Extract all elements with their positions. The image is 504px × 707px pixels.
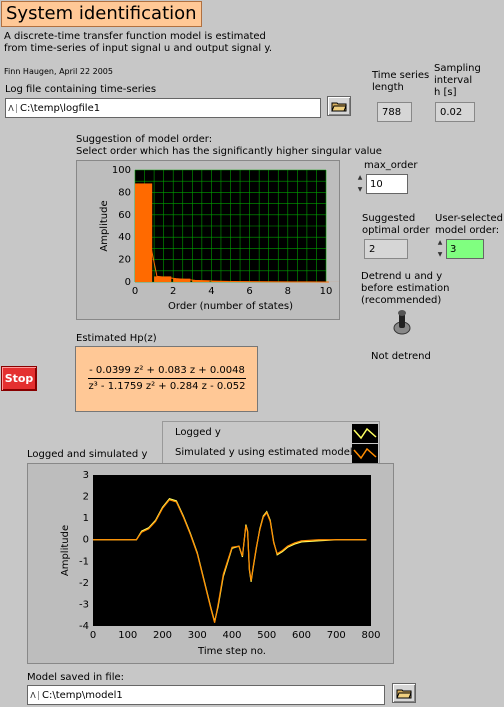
folder-icon bbox=[396, 689, 412, 699]
sim-xtick-label: 0 bbox=[90, 630, 96, 641]
stop-button[interactable]: Stop bbox=[1, 366, 37, 391]
user-order-label-2: model order: bbox=[435, 225, 500, 236]
sim-ytick-label: 2 bbox=[83, 492, 89, 503]
path-prefix-icon: ⴷ bbox=[6, 103, 17, 113]
user-order-input[interactable]: 3 bbox=[446, 239, 484, 259]
detrend-label-2: before estimation bbox=[361, 283, 450, 294]
order-ytick-label: 0 bbox=[125, 277, 131, 288]
sim-ytick-label: -3 bbox=[79, 599, 89, 610]
sim-yaxis-label: Amplitude bbox=[60, 525, 71, 576]
description-line-2: from time-series of input signal u and o… bbox=[4, 43, 273, 54]
model-file-path-input[interactable]: ⴷ C:\temp\model1 bbox=[27, 685, 385, 705]
max-order-input[interactable]: 10 bbox=[366, 174, 408, 194]
spin-up-icon[interactable]: ▲ bbox=[438, 239, 443, 247]
order-xtick-label: 8 bbox=[285, 286, 291, 297]
sim-xtick-label: 800 bbox=[361, 630, 380, 641]
order-xtick-label: 10 bbox=[320, 286, 333, 297]
hp-label: Estimated Hp(z) bbox=[76, 333, 157, 344]
max-order-label: max_order bbox=[364, 160, 418, 171]
sim-xtick-label: 500 bbox=[257, 630, 276, 641]
order-chart: 0 20 40 60 80 100 0 2 4 6 8 10 Order (number of stat… bbox=[99, 165, 344, 312]
order-ytick-label: 40 bbox=[118, 232, 131, 243]
sim-ytick-label: -4 bbox=[79, 621, 89, 632]
sim-plot-area bbox=[93, 475, 371, 626]
sim-xtick-label: 300 bbox=[188, 630, 207, 641]
order-ytick-label: 80 bbox=[118, 187, 131, 198]
detrend-status: Not detrend bbox=[371, 351, 431, 362]
model-file-label: Model saved in file: bbox=[27, 672, 125, 683]
folder-icon bbox=[331, 102, 347, 112]
sim-ytick-label: 1 bbox=[83, 513, 89, 524]
user-order-spinner[interactable]: ▲ ▼ bbox=[436, 239, 444, 259]
order-bar bbox=[135, 183, 153, 282]
sim-xtick-label: 400 bbox=[222, 630, 241, 641]
detrend-label-3: (recommended) bbox=[361, 295, 442, 306]
sim-xtick-label: 700 bbox=[327, 630, 346, 641]
sampling-label-3: h [s] bbox=[434, 87, 457, 98]
tf-denominator: z³ - 1.1759 z² + 0.284 z - 0.052 bbox=[88, 381, 246, 392]
logfile-path-input[interactable]: ⴷ C:\temp\logfile1 bbox=[5, 98, 321, 118]
max-order-spinner[interactable]: ▲ ▼ bbox=[356, 174, 364, 194]
detrend-label-1: Detrend u and y bbox=[361, 271, 443, 282]
order-ytick-label: 20 bbox=[118, 255, 131, 266]
legend-simulated: Simulated y using estimated model bbox=[175, 447, 353, 458]
page-title: System identification bbox=[1, 1, 202, 27]
sampling-label-1: Sampling bbox=[434, 63, 481, 74]
model-file-path-value: C:\temp\model1 bbox=[42, 689, 123, 701]
series-length-indicator: 788 bbox=[377, 102, 412, 122]
author-text: Finn Haugen, April 22 2005 bbox=[4, 67, 113, 76]
order-xtick-label: 6 bbox=[246, 286, 252, 297]
order-xtick-label: 4 bbox=[208, 286, 214, 297]
sim-ytick-label: -2 bbox=[79, 578, 89, 589]
spin-up-icon[interactable]: ▲ bbox=[358, 174, 363, 182]
spin-down-icon[interactable]: ▼ bbox=[358, 186, 363, 194]
browse-model-file-button[interactable] bbox=[392, 683, 416, 703]
sampling-indicator: 0.02 bbox=[435, 102, 475, 122]
detrend-toggle[interactable] bbox=[392, 308, 412, 339]
sim-ytick-label: -1 bbox=[79, 556, 89, 567]
sim-chart-frame: -4 -3 -2 -1 0 1 2 3 0 100 200 300 400 500 600 700 800 Tim… bbox=[27, 463, 394, 664]
sim-xtick-label: 200 bbox=[153, 630, 172, 641]
browse-logfile-button[interactable] bbox=[327, 96, 351, 116]
legend-logged: Logged y bbox=[175, 427, 221, 438]
order-xtick-label: 0 bbox=[132, 286, 138, 297]
sim-ytick-label: 3 bbox=[83, 470, 89, 481]
suggested-label-2: optimal order bbox=[362, 225, 430, 236]
sim-xtick-label: 600 bbox=[292, 630, 311, 641]
legend-logged-swatch bbox=[352, 424, 378, 443]
tf-numerator: - 0.0399 z² + 0.083 z + 0.0048 bbox=[88, 365, 246, 379]
sim-xtick-label: 100 bbox=[118, 630, 137, 641]
order-yaxis-label: Amplitude bbox=[99, 200, 110, 251]
user-order-label-1: User-selected bbox=[435, 213, 503, 224]
order-chart-caption-2: Select order which has the significantly… bbox=[76, 146, 382, 157]
series-length-label-1: Time series bbox=[372, 70, 430, 81]
logfile-label: Log file containing time-series bbox=[5, 84, 157, 95]
toggle-switch-icon bbox=[393, 310, 411, 335]
order-xaxis-label: Order (number of states) bbox=[168, 301, 293, 312]
spin-down-icon[interactable]: ▼ bbox=[438, 251, 443, 259]
order-xtick-label: 2 bbox=[170, 286, 176, 297]
description-line-1: A discrete-time transfer function model … bbox=[4, 31, 266, 42]
order-ytick-label: 60 bbox=[118, 210, 131, 221]
sim-chart: -4 -3 -2 -1 0 1 2 3 0 100 200 300 400 500 600 700 800 Tim… bbox=[60, 470, 381, 657]
suggested-order-indicator: 2 bbox=[364, 239, 408, 259]
sim-ytick-label: 0 bbox=[83, 535, 89, 546]
legend-simulated-swatch bbox=[352, 444, 378, 463]
path-prefix-icon: ⴷ bbox=[28, 690, 39, 700]
sim-xaxis-label: Time step no. bbox=[197, 646, 266, 657]
order-chart-frame: 0 20 40 60 80 100 0 2 4 6 8 10 Order (number of stat… bbox=[76, 160, 344, 320]
order-ytick-label: 100 bbox=[112, 165, 131, 176]
order-chart-caption-1: Suggestion of model order: bbox=[76, 134, 213, 145]
transfer-function-display: - 0.0399 z² + 0.083 z + 0.0048 z³ - 1.17… bbox=[75, 346, 258, 412]
series-length-label-2: length bbox=[372, 82, 404, 93]
sampling-label-2: interval bbox=[434, 75, 473, 86]
sim-chart-caption: Logged and simulated y bbox=[27, 449, 148, 460]
suggested-label-1: Suggested bbox=[362, 213, 416, 224]
sim-legend: Logged y Simulated y using estimated mod… bbox=[162, 421, 380, 464]
logfile-path-value: C:\temp\logfile1 bbox=[20, 102, 101, 114]
